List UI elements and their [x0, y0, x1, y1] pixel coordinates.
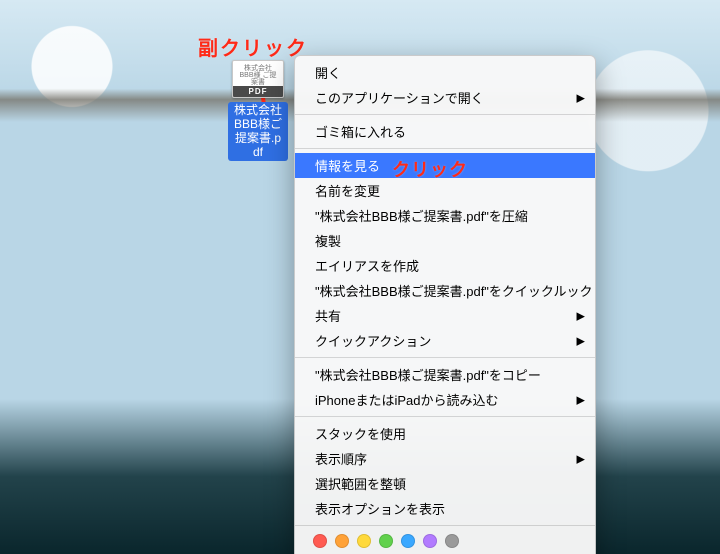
menu-separator [295, 525, 595, 526]
menu-duplicate[interactable]: 複製 [295, 228, 595, 253]
menu-label: 複製 [315, 234, 341, 249]
menu-separator [295, 148, 595, 149]
tag-dot-green[interactable] [379, 534, 393, 548]
menu-open-with[interactable]: このアプリケーションで開く ▶ [295, 85, 595, 110]
menu-share[interactable]: 共有 ▶ [295, 303, 595, 328]
menu-label: 開く [315, 66, 341, 81]
menu-label: "株式会社BBB様ご提案書.pdf"をクイックルック [315, 284, 593, 299]
tag-dot-purple[interactable] [423, 534, 437, 548]
menu-label: このアプリケーションで開く [315, 91, 484, 106]
menu-label: 共有 [315, 309, 341, 324]
menu-quick-actions[interactable]: クイックアクション ▶ [295, 328, 595, 353]
tag-dot-orange[interactable] [335, 534, 349, 548]
menu-quick-look[interactable]: "株式会社BBB様ご提案書.pdf"をクイックルック [295, 278, 595, 303]
menu-sort-by[interactable]: 表示順序 ▶ [295, 446, 595, 471]
menu-label: 表示オプションを表示 [315, 502, 445, 517]
menu-view-options[interactable]: 表示オプションを表示 [295, 496, 595, 521]
submenu-indicator-icon: ▶ [577, 334, 585, 347]
tag-dot-gray[interactable] [445, 534, 459, 548]
menu-tags[interactable]: タグ… [295, 550, 595, 554]
menu-separator [295, 114, 595, 115]
menu-use-stacks[interactable]: スタックを使用 [295, 421, 595, 446]
menu-label: ゴミ箱に入れる [315, 125, 406, 140]
menu-label: 名前を変更 [315, 184, 380, 199]
context-menu: 開く このアプリケーションで開く ▶ ゴミ箱に入れる 情報を見る 名前を変更 "… [294, 55, 596, 554]
menu-label: iPhoneまたはiPadから読み込む [315, 393, 499, 408]
menu-label: スタックを使用 [315, 427, 406, 442]
menu-label: エイリアスを作成 [315, 259, 419, 274]
menu-clean-up[interactable]: 選択範囲を整頓 [295, 471, 595, 496]
menu-compress[interactable]: "株式会社BBB様ご提案書.pdf"を圧縮 [295, 203, 595, 228]
tag-dot-yellow[interactable] [357, 534, 371, 548]
file-thumbnail: 株式会社BBB様 ご提案書 PDF [232, 60, 284, 98]
menu-label: 選択範囲を整頓 [315, 477, 406, 492]
submenu-indicator-icon: ▶ [577, 91, 585, 104]
submenu-indicator-icon: ▶ [577, 309, 585, 322]
menu-open[interactable]: 開く [295, 60, 595, 85]
menu-trash[interactable]: ゴミ箱に入れる [295, 119, 595, 144]
tag-dot-blue[interactable] [401, 534, 415, 548]
menu-label: 表示順序 [315, 452, 367, 467]
desktop-file-pdf[interactable]: 株式会社BBB様 ご提案書 PDF 株式会社BBB様ご提案書.pdf [228, 60, 288, 161]
menu-make-alias[interactable]: エイリアスを作成 [295, 253, 595, 278]
menu-label: クイックアクション [315, 334, 431, 349]
tag-color-row [295, 530, 595, 550]
menu-copy[interactable]: "株式会社BBB様ご提案書.pdf"をコピー [295, 362, 595, 387]
menu-label: "株式会社BBB様ご提案書.pdf"をコピー [315, 368, 541, 383]
submenu-indicator-icon: ▶ [577, 393, 585, 406]
annotation-secondary-click: 副クリック [198, 32, 308, 61]
menu-label: "株式会社BBB様ご提案書.pdf"を圧縮 [315, 209, 528, 224]
menu-separator [295, 357, 595, 358]
annotation-click: クリック [392, 156, 468, 182]
menu-separator [295, 416, 595, 417]
thumbnail-text: 株式会社BBB様 ご提案書 [240, 65, 277, 86]
pdf-badge: PDF [233, 86, 283, 97]
file-name-label: 株式会社BBB様ご提案書.pdf [228, 102, 288, 161]
menu-import-device[interactable]: iPhoneまたはiPadから読み込む ▶ [295, 387, 595, 412]
tag-dot-red[interactable] [313, 534, 327, 548]
menu-label: 情報を見る [315, 159, 380, 174]
submenu-indicator-icon: ▶ [577, 452, 585, 465]
desktop-background: 副クリック 株式会社BBB様 ご提案書 PDF 株式会社BBB様ご提案書.pdf… [0, 0, 720, 554]
